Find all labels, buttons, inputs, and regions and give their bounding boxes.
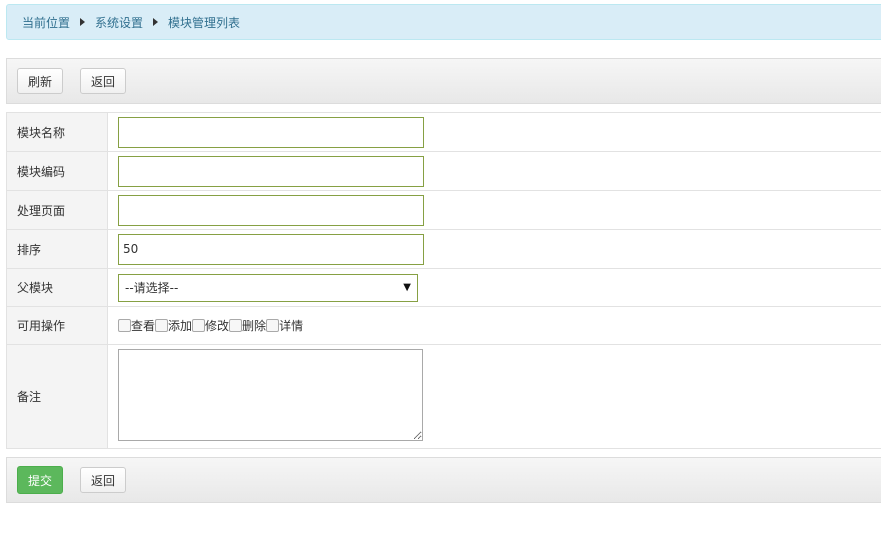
parent-module-select[interactable]: --请选择-- ▼ <box>118 273 418 302</box>
breadcrumb: 当前位置 系统设置 模块管理列表 <box>6 4 881 40</box>
delete-checkbox[interactable] <box>229 319 243 332</box>
field-label: 模块编码 <box>6 151 108 191</box>
bottom-toolbar: 提交 返回 <box>6 457 881 503</box>
checkbox-label: 删除 <box>242 319 267 333</box>
operations-group: 查看 添加 修改 删除 详情 <box>118 317 881 334</box>
module-form: 模块名称 模块编码 处理页面 排序 父模块 --请选择-- ▼ 可用操作 查看 … <box>6 112 881 449</box>
caret-down-icon: ▼ <box>403 282 411 293</box>
form-row-module-name: 模块名称 <box>6 112 881 152</box>
back-button[interactable]: 返回 <box>80 467 127 493</box>
breadcrumb-system-settings[interactable]: 系统设置 <box>95 14 143 31</box>
form-row-note: 备注 <box>6 344 881 449</box>
field-label: 排序 <box>6 229 108 269</box>
checkbox-label: 修改 <box>205 319 230 333</box>
breadcrumb-module-list[interactable]: 模块管理列表 <box>168 14 240 31</box>
breadcrumb-current-position[interactable]: 当前位置 <box>22 14 70 31</box>
module-code-input[interactable] <box>118 155 424 187</box>
field-label: 处理页面 <box>6 190 108 230</box>
form-row-module-code: 模块编码 <box>6 151 881 191</box>
edit-checkbox[interactable] <box>192 319 206 332</box>
form-row-sort: 排序 <box>6 229 881 269</box>
sort-input[interactable] <box>118 233 424 265</box>
module-name-input[interactable] <box>118 116 424 148</box>
select-value: --请选择-- <box>125 281 179 295</box>
details-checkbox[interactable] <box>266 319 280 332</box>
handler-page-input[interactable] <box>118 194 424 226</box>
back-button[interactable]: 返回 <box>80 68 127 94</box>
checkbox-label: 添加 <box>168 319 193 333</box>
field-label: 备注 <box>6 344 108 449</box>
field-label: 父模块 <box>6 268 108 307</box>
caret-right-icon <box>153 18 159 26</box>
caret-right-icon <box>80 18 86 26</box>
checkbox-label: 查看 <box>131 319 156 333</box>
add-checkbox[interactable] <box>155 319 169 332</box>
note-textarea[interactable] <box>118 349 423 441</box>
field-label: 可用操作 <box>6 306 108 345</box>
form-row-parent-module: 父模块 --请选择-- ▼ <box>6 268 881 307</box>
submit-button[interactable]: 提交 <box>17 466 64 494</box>
form-row-operations: 可用操作 查看 添加 修改 删除 详情 <box>6 306 881 345</box>
view-checkbox[interactable] <box>118 319 131 332</box>
refresh-button[interactable]: 刷新 <box>17 68 64 94</box>
checkbox-label: 详情 <box>279 319 304 333</box>
field-label: 模块名称 <box>6 112 108 152</box>
form-row-handler-page: 处理页面 <box>6 190 881 230</box>
top-toolbar: 刷新 返回 <box>6 58 881 104</box>
